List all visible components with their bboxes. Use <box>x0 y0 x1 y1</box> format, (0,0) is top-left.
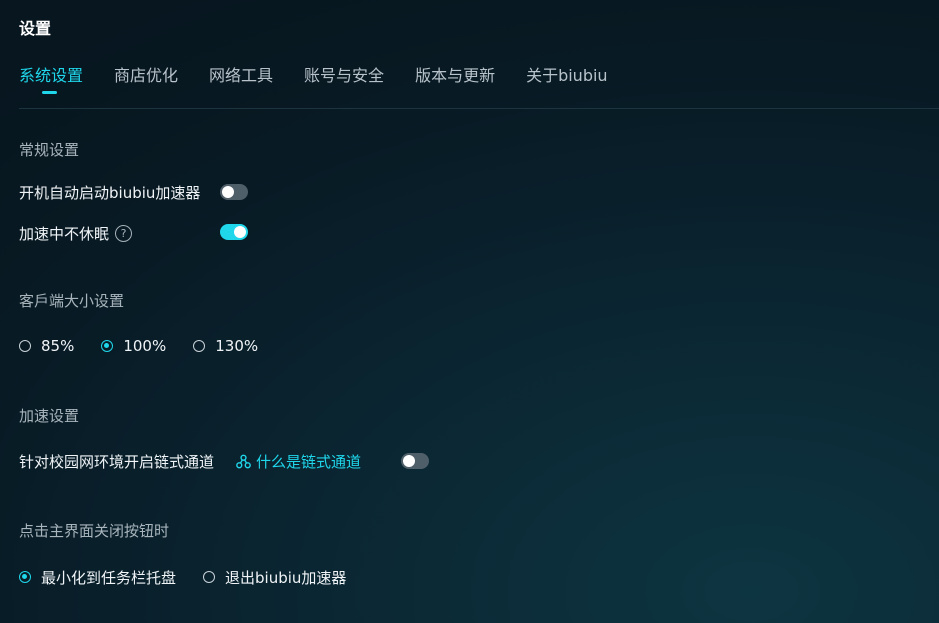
tab-about[interactable]: 关于biubiu <box>526 66 608 96</box>
radio-label: 退出biubiu加速器 <box>225 568 347 587</box>
campus-row: 针对校园网环境开启链式通道 什么是链式通道 <box>19 450 361 472</box>
radio-circle[interactable] <box>193 340 206 352</box>
toggle-knob <box>234 226 246 238</box>
tab-account-security[interactable]: 账号与安全 <box>304 66 384 96</box>
chain-channel-help-link[interactable]: 什么是链式通道 <box>236 451 361 472</box>
client-size-option-100[interactable]: 100% <box>101 337 166 355</box>
nosleep-row: 加速中不休眠 ? <box>19 222 133 244</box>
chain-nodes-icon <box>236 454 251 468</box>
autostart-toggle[interactable] <box>220 184 248 200</box>
tab-bar: 系统设置 商店优化 网络工具 账号与安全 版本与更新 关于biubiu <box>19 66 639 96</box>
radio-label: 100% <box>123 337 167 355</box>
tab-system-settings[interactable]: 系统设置 <box>19 66 83 96</box>
toggle-knob <box>222 186 234 198</box>
autostart-row: 开机自动启动biubiu加速器 <box>19 181 200 203</box>
nosleep-toggle[interactable] <box>220 224 248 240</box>
client-size-option-130[interactable]: 130% <box>193 337 258 355</box>
toggle-knob <box>403 455 415 467</box>
nosleep-label: 加速中不休眠 <box>19 224 110 243</box>
section-title-close-action: 点击主界面关闭按钮时 <box>19 522 170 540</box>
tab-version-update[interactable]: 版本与更新 <box>415 66 495 96</box>
section-title-general: 常规设置 <box>19 141 80 159</box>
chain-channel-link-label[interactable]: 什么是链式通道 <box>256 451 361 472</box>
tab-network-tools[interactable]: 网络工具 <box>209 66 273 96</box>
tab-store-optimization[interactable]: 商店优化 <box>114 66 178 96</box>
radio-label: 最小化到任务栏托盘 <box>41 568 177 587</box>
radio-label: 130% <box>215 337 259 355</box>
settings-page: 设置 系统设置 商店优化 网络工具 账号与安全 版本与更新 关于biubiu 常… <box>0 0 939 623</box>
radio-circle[interactable] <box>19 571 31 583</box>
autostart-label: 开机自动启动biubiu加速器 <box>19 183 201 202</box>
close-action-minimize-option[interactable]: 最小化到任务栏托盘 <box>19 567 176 588</box>
radio-circle[interactable] <box>203 571 216 583</box>
radio-label: 85% <box>41 337 75 355</box>
question-circle-icon[interactable]: ? <box>115 224 133 242</box>
section-title-acceleration: 加速设置 <box>19 407 80 425</box>
radio-circle[interactable] <box>19 340 31 352</box>
radio-circle[interactable] <box>101 340 114 352</box>
close-action-radio-group: 最小化到任务栏托盘 退出biubiu加速器 <box>19 566 373 588</box>
tabs-divider <box>19 108 939 109</box>
section-title-client-size: 客戶端大小设置 <box>19 292 125 310</box>
client-size-radio-group: 85% 100% 130% <box>19 335 285 357</box>
client-size-option-85[interactable]: 85% <box>19 337 74 355</box>
close-action-exit-option[interactable]: 退出biubiu加速器 <box>203 567 346 588</box>
campus-chain-toggle[interactable] <box>401 453 429 469</box>
page-title: 设置 <box>19 19 52 38</box>
campus-label: 针对校园网环境开启链式通道 <box>19 452 215 471</box>
